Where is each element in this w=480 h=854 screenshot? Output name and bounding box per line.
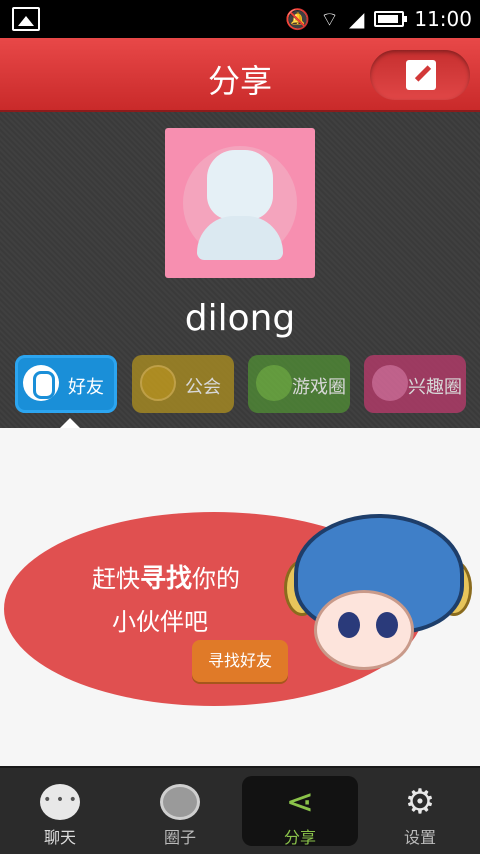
gear-icon: ⚙ bbox=[404, 782, 436, 822]
clock: 11:00 bbox=[414, 7, 472, 31]
circle-icon bbox=[160, 784, 200, 820]
status-bar: 🔕 ⌔ ◢ 11:00 bbox=[0, 0, 480, 38]
tab-share[interactable]: ⋖ 分享 bbox=[240, 768, 360, 854]
mute-icon: 🔕 bbox=[285, 7, 311, 31]
person-icon bbox=[23, 365, 59, 401]
signal-icon: ◢ bbox=[348, 7, 365, 31]
promo-line-1: 赶快寻找你的 bbox=[92, 564, 241, 594]
wifi-icon: ⌔ bbox=[320, 7, 339, 31]
category-guild[interactable]: 公会 bbox=[132, 355, 234, 413]
tab-chat[interactable]: 聊天 bbox=[0, 768, 120, 854]
category-interest-circle[interactable]: 兴趣圈 bbox=[364, 355, 466, 413]
category-label: 公会 bbox=[185, 377, 221, 398]
category-game-circle[interactable]: 游戏圈 bbox=[248, 355, 350, 413]
header-bar: 分享 bbox=[0, 38, 480, 112]
edit-icon bbox=[406, 60, 436, 90]
heart-icon bbox=[372, 365, 408, 401]
anchor-icon bbox=[140, 365, 176, 401]
share-icon: ⋖ bbox=[285, 782, 315, 822]
compose-button[interactable] bbox=[370, 50, 470, 100]
promo-area: 赶快寻找你的 小伙伴吧 寻找好友 bbox=[0, 428, 480, 766]
mascot-illustration bbox=[284, 504, 474, 694]
category-tabs: 好友 公会 游戏圈 兴趣圈 bbox=[15, 355, 475, 415]
battery-icon bbox=[374, 11, 408, 27]
find-friends-button[interactable]: 寻找好友 bbox=[192, 640, 288, 682]
category-friends[interactable]: 好友 bbox=[15, 355, 117, 413]
promo-line-2: 小伙伴吧 bbox=[112, 608, 208, 636]
avatar[interactable] bbox=[165, 128, 315, 278]
category-label: 游戏圈 bbox=[292, 377, 346, 398]
user-silhouette-icon bbox=[207, 150, 273, 220]
chat-bubble-icon bbox=[40, 784, 80, 820]
tab-settings[interactable]: ⚙ 设置 bbox=[360, 768, 480, 854]
bottom-navigation: 聊天 圈子 ⋖ 分享 ⚙ 设置 bbox=[0, 766, 480, 854]
status-icons: 🔕 ⌔ ◢ 11:00 bbox=[285, 6, 472, 32]
username: dilong bbox=[184, 298, 296, 339]
category-label: 好友 bbox=[68, 377, 104, 398]
profile-panel: dilong 好友 公会 游戏圈 兴趣圈 bbox=[0, 112, 480, 428]
category-label: 兴趣圈 bbox=[408, 377, 462, 398]
tab-circle[interactable]: 圈子 bbox=[120, 768, 240, 854]
image-notification-icon bbox=[12, 7, 40, 31]
selected-indicator bbox=[60, 418, 80, 428]
gamepad-icon bbox=[256, 365, 292, 401]
